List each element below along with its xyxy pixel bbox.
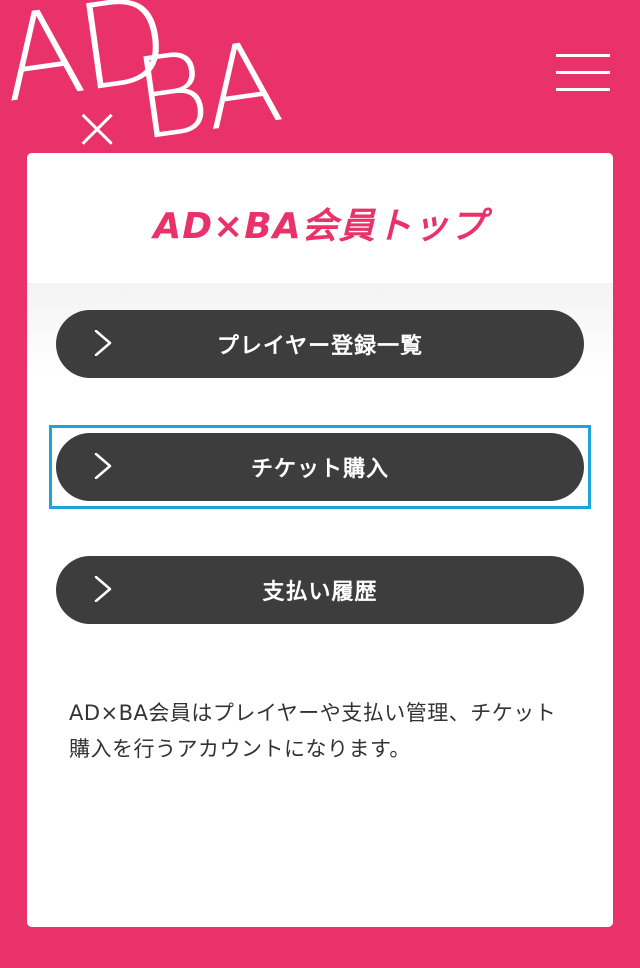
- menu-line-middle: [556, 71, 610, 74]
- player-list-button-label: プレイヤー登録一覧: [216, 334, 424, 359]
- menu-line-bottom: [556, 88, 610, 91]
- card-body: プレイヤー登録一覧 チケット購入 支払い履歴 AD×BA会員はプレイヤーや支払い…: [27, 283, 613, 927]
- hamburger-menu-icon[interactable]: [556, 54, 610, 94]
- ticket-purchase-button[interactable]: チケット購入: [56, 433, 584, 501]
- logo-text-times: ×: [72, 93, 123, 163]
- chevron-right-icon: [94, 453, 112, 479]
- player-list-button[interactable]: プレイヤー登録一覧: [56, 310, 584, 378]
- chevron-right-icon: [94, 330, 112, 356]
- card-header: AD×BA会員トップ: [27, 153, 613, 283]
- payment-history-button-label: 支払い履歴: [262, 580, 378, 605]
- page-title: AD×BA会員トップ: [153, 206, 487, 247]
- menu-line-top: [556, 54, 610, 57]
- payment-history-button[interactable]: 支払い履歴: [56, 556, 584, 624]
- chevron-right-icon: [94, 576, 112, 602]
- logo-text-ba: BA: [126, 17, 286, 166]
- site-logo[interactable]: AD × BA: [0, 0, 285, 166]
- ticket-purchase-button-label: チケット購入: [250, 457, 389, 482]
- member-description-text: AD×BA会員はプレイヤーや支払い管理、チケット購入を行うアカウントになります。: [69, 701, 557, 761]
- member-top-card: AD×BA会員トップ プレイヤー登録一覧 チケット購入 支払い履歴 AD×BA会…: [27, 153, 613, 927]
